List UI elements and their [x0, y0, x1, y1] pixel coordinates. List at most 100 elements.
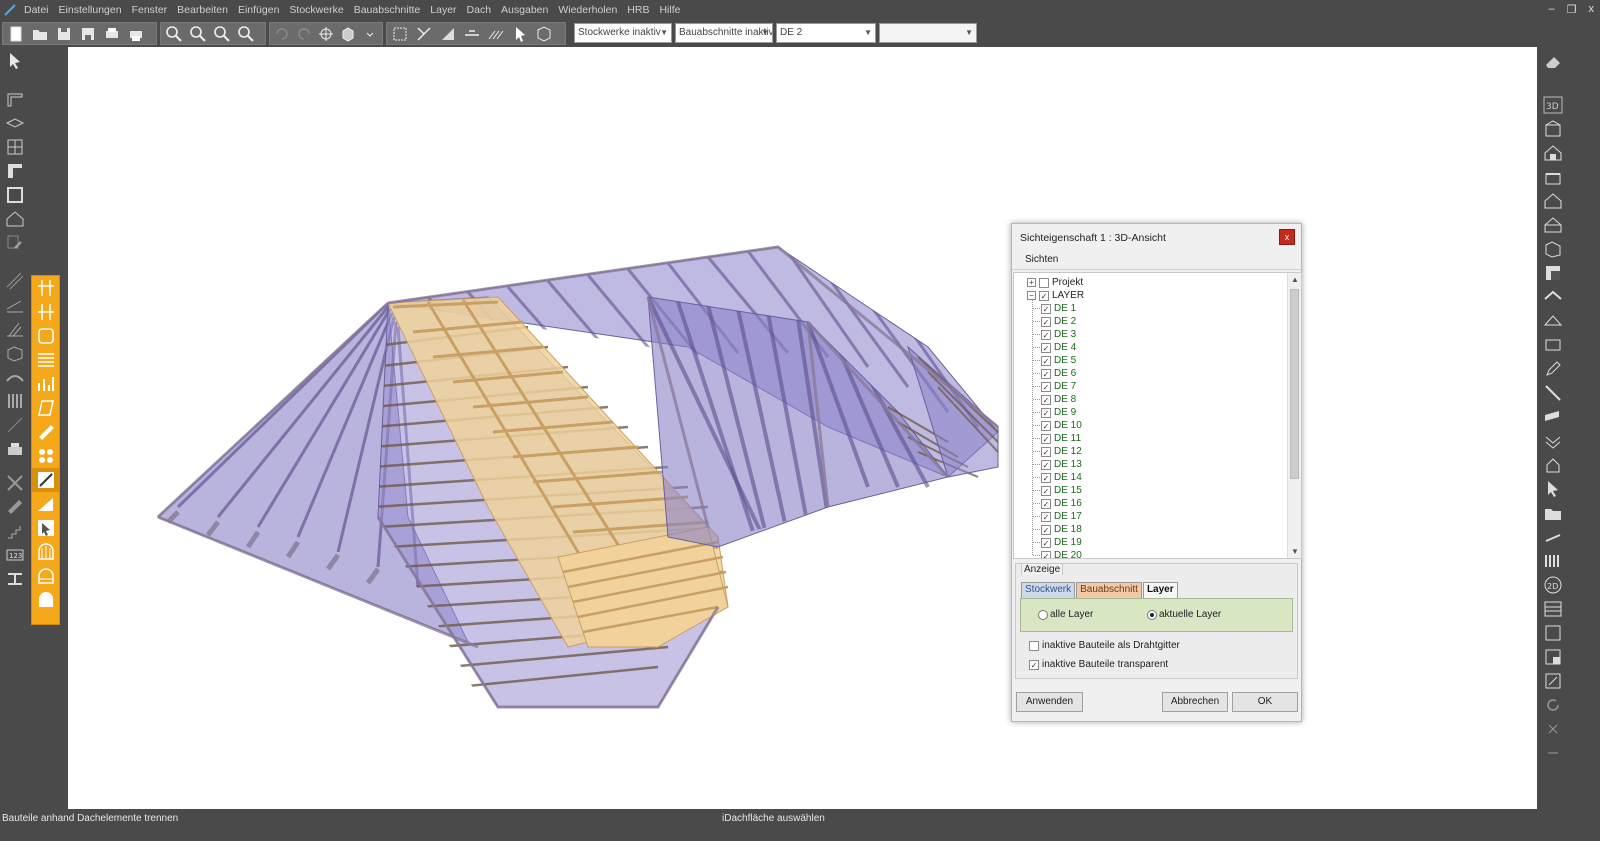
line-draw-button[interactable]: [2, 413, 28, 437]
arch-tool-button[interactable]: [2, 365, 28, 389]
tree-item-layer-entry[interactable]: ✓ DE 17: [1041, 510, 1082, 523]
minus-view-button[interactable]: [1540, 741, 1566, 765]
tree-item-layer-entry[interactable]: ✓ DE 19: [1041, 536, 1082, 549]
split-by-roof-button[interactable]: [32, 468, 59, 492]
tree-item-layer-entry[interactable]: ✓ DE 15: [1041, 484, 1082, 497]
dialog-close-button[interactable]: x: [1279, 229, 1295, 245]
refresh-button[interactable]: [1540, 693, 1566, 717]
menu-fenster[interactable]: Fenster: [127, 4, 173, 16]
view-2d-button[interactable]: 2D: [1540, 573, 1566, 597]
cursor-3d-button[interactable]: [1540, 477, 1566, 501]
bauabschnitte-select[interactable]: Bauabschnitte inaktiv ▼: [675, 23, 773, 43]
tree-item-layer-entry[interactable]: ✓ DE 11: [1041, 432, 1081, 445]
checkbox-layer-entry[interactable]: ✓: [1041, 446, 1051, 457]
studs-tool-button[interactable]: [2, 389, 28, 413]
crosshair-button[interactable]: [316, 24, 336, 44]
roof-tile-button[interactable]: [32, 420, 59, 444]
close-view-button[interactable]: [1540, 717, 1566, 741]
checkbox-transparent-row[interactable]: ✓ inaktive Bauteile transparent: [1029, 659, 1168, 670]
line-button[interactable]: [461, 24, 483, 44]
tree-item-layer-entry[interactable]: ✓ DE 20: [1041, 549, 1082, 558]
pointer-button[interactable]: [509, 24, 531, 44]
window-tool-button[interactable]: [2, 135, 28, 159]
house-front-button[interactable]: [1540, 141, 1566, 165]
checkbox-layer-entry[interactable]: ✓: [1041, 459, 1051, 470]
column-tool-button[interactable]: [2, 159, 28, 183]
checkbox-transparent[interactable]: ✓: [1029, 659, 1039, 670]
checkbox-layer-entry[interactable]: ✓: [1041, 472, 1051, 483]
trim-button[interactable]: [413, 24, 435, 44]
checkbox-projekt[interactable]: [1039, 277, 1049, 288]
radio-current-layers[interactable]: aktuelle Layer: [1147, 609, 1221, 620]
tree-item-layer-entry[interactable]: ✓ DE 8: [1041, 393, 1076, 406]
stockwerke-select[interactable]: Stockwerke inaktiv ▼: [574, 23, 672, 43]
radio-all-layers-circle[interactable]: [1038, 609, 1048, 620]
scrollbar-thumb[interactable]: [1290, 289, 1299, 479]
minimize-button[interactable]: –: [1549, 3, 1555, 16]
building-view-button[interactable]: [1540, 117, 1566, 141]
resize-button[interactable]: [1540, 669, 1566, 693]
menu-datei[interactable]: Datei: [19, 4, 54, 16]
checkbox-layer-entry[interactable]: ✓: [1041, 537, 1051, 548]
zoom-out-button[interactable]: [187, 24, 209, 44]
view-3d-button[interactable]: 3D: [1540, 93, 1566, 117]
dimension-tool-button[interactable]: [2, 495, 28, 519]
select-grid-button[interactable]: [389, 24, 411, 44]
ceiling-tool-button[interactable]: [2, 111, 28, 135]
tab-bauabschnitt[interactable]: Bauabschnitt: [1076, 582, 1142, 598]
tree-scrollbar[interactable]: ▲ ▼: [1287, 273, 1301, 558]
cancel-button[interactable]: Abbrechen: [1162, 692, 1228, 712]
tab-stockwerk[interactable]: Stockwerk: [1021, 582, 1076, 598]
checkbox-layer-entry[interactable]: ✓: [1041, 511, 1051, 522]
blank-page-button[interactable]: [1540, 621, 1566, 645]
roof-join-button[interactable]: [32, 300, 59, 324]
box-beam-button[interactable]: [2, 341, 28, 365]
tree-item-layer-entry[interactable]: ✓ DE 2: [1041, 315, 1076, 328]
print-preview-button[interactable]: [101, 24, 123, 44]
3d-viewport[interactable]: [68, 47, 1537, 809]
tab-layer[interactable]: Layer: [1142, 582, 1178, 598]
house-small-button[interactable]: [1540, 453, 1566, 477]
roof-shape-button[interactable]: [32, 396, 59, 420]
checkbox-layer-entry[interactable]: ✓: [1041, 394, 1051, 405]
stair-tool-button[interactable]: [2, 519, 28, 543]
ok-button[interactable]: OK: [1232, 692, 1298, 712]
beam-view-button[interactable]: [1540, 405, 1566, 429]
empty-select[interactable]: ▼: [879, 23, 977, 43]
roof-dome-button[interactable]: [32, 564, 59, 588]
measure-button[interactable]: [1540, 381, 1566, 405]
zoom-in-button[interactable]: [163, 24, 185, 44]
tree-item-layer-entry[interactable]: ✓ DE 13: [1041, 458, 1082, 471]
tree-item-layer-entry[interactable]: ✓ DE 4: [1041, 341, 1076, 354]
purlin-tool-button[interactable]: [2, 293, 28, 317]
checkbox-wireframe-row[interactable]: inaktive Bauteile als Drahtgitter: [1029, 640, 1180, 651]
cube-view-button[interactable]: [338, 24, 358, 44]
rafter-tool-button[interactable]: [2, 269, 28, 293]
radio-all-layers[interactable]: alle Layer: [1038, 609, 1093, 620]
bench-tool-button[interactable]: [2, 437, 28, 461]
layer-select[interactable]: DE 2 ▼: [776, 23, 876, 43]
checkbox-layer-entry[interactable]: ✓: [1041, 303, 1051, 314]
room-tool-button[interactable]: [2, 183, 28, 207]
tree-item-layer-entry[interactable]: ✓ DE 7: [1041, 380, 1076, 393]
house-roof-button[interactable]: [1540, 213, 1566, 237]
tree-item-layer-entry[interactable]: ✓ DE 1: [1041, 302, 1076, 315]
roof-pointer-button[interactable]: [32, 516, 59, 540]
table-view-button[interactable]: [1540, 597, 1566, 621]
house-tool-button[interactable]: [2, 207, 28, 231]
tree-item-layer-entry[interactable]: ✓ DE 5: [1041, 354, 1076, 367]
expand-icon[interactable]: +: [1027, 278, 1036, 287]
truss-tool-button[interactable]: [2, 317, 28, 341]
new-file-button[interactable]: [5, 24, 27, 44]
menu-hrb[interactable]: HRB: [622, 4, 654, 16]
menu-layer[interactable]: Layer: [425, 4, 461, 16]
redo-button[interactable]: [294, 24, 314, 44]
checkbox-layer-entry[interactable]: ✓: [1041, 329, 1051, 340]
tree-item-layer-entry[interactable]: ✓ DE 9: [1041, 406, 1076, 419]
roof-dormer-button[interactable]: [32, 588, 59, 612]
roof-view-button[interactable]: [1540, 285, 1566, 309]
apply-button[interactable]: Anwenden: [1016, 692, 1083, 712]
triangle-button[interactable]: [437, 24, 459, 44]
menu-stockwerke[interactable]: Stockwerke: [284, 4, 348, 16]
roof-split-button[interactable]: [32, 276, 59, 300]
